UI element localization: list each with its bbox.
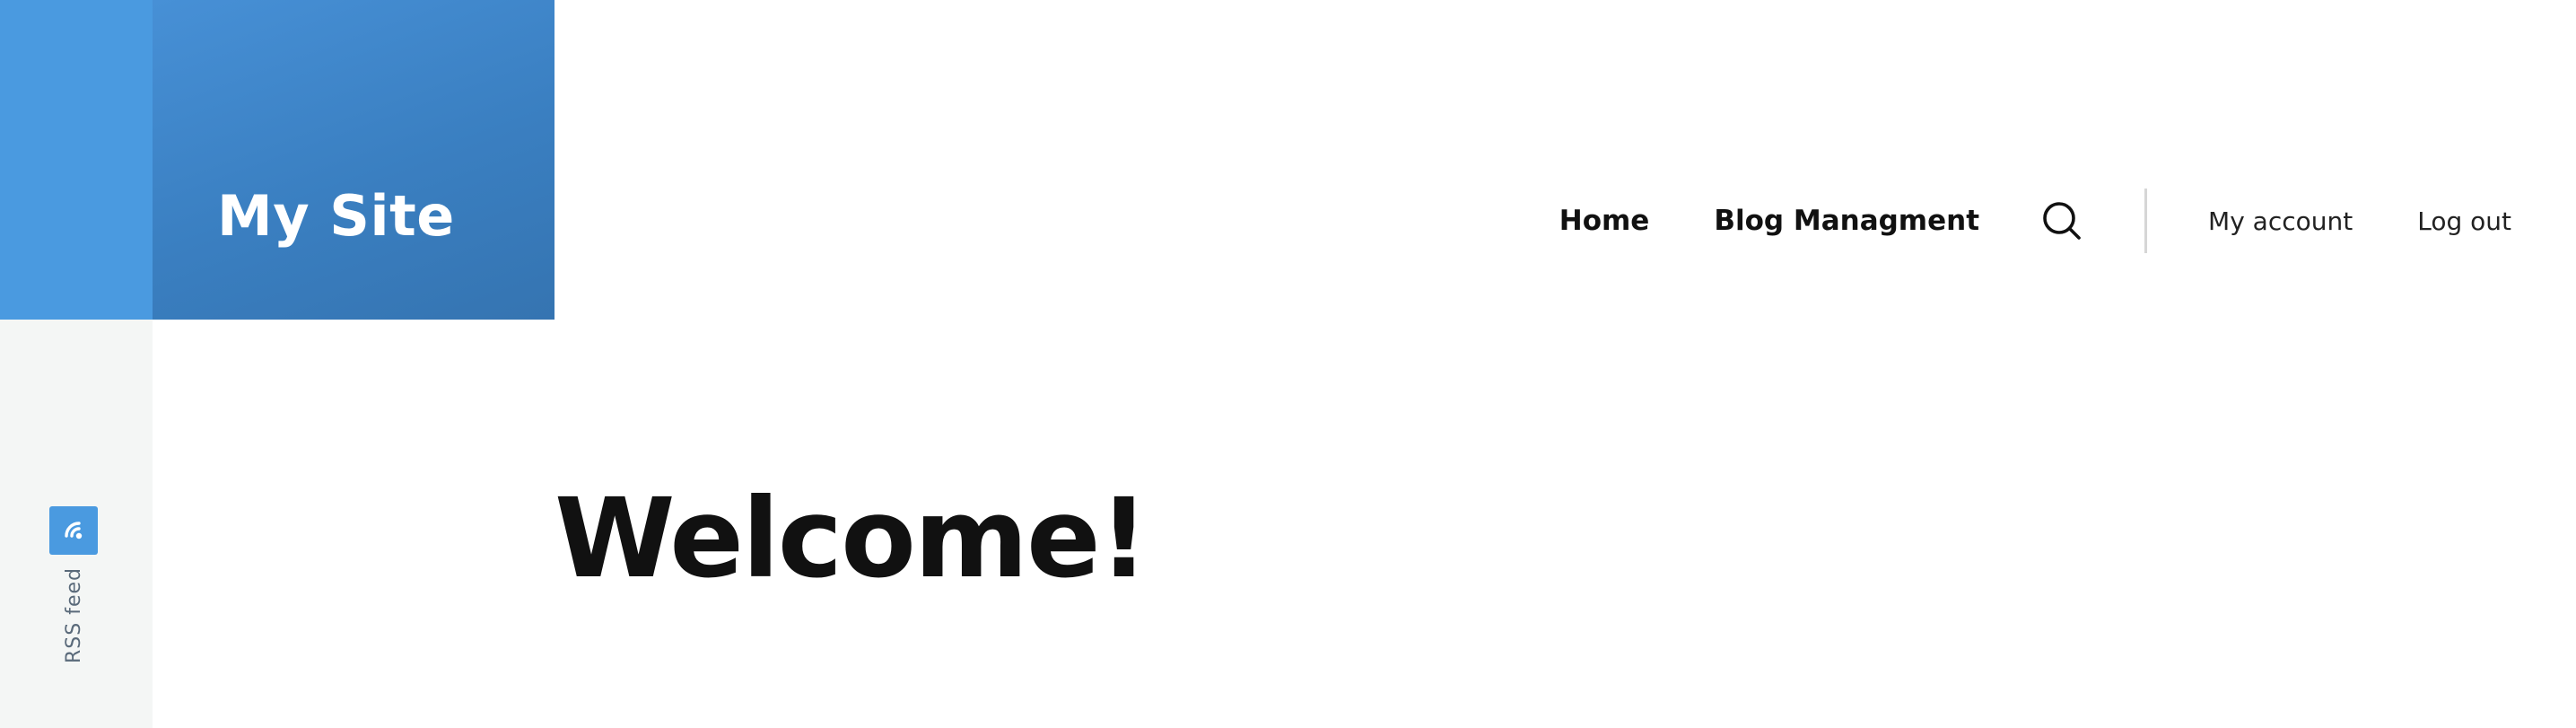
my-account-link[interactable]: My account [2208, 206, 2353, 236]
log-out-link[interactable]: Log out [2417, 206, 2511, 236]
nav-item-home[interactable]: Home [1559, 205, 1650, 237]
sidebar-accent-block [0, 0, 153, 320]
search-icon [2043, 202, 2081, 240]
rss-icon[interactable] [49, 506, 98, 555]
nav-divider [2144, 189, 2148, 253]
site-brand-block: My Site [153, 0, 554, 320]
rss-icon-glyph [65, 522, 83, 539]
search-button[interactable] [2039, 197, 2085, 244]
page-heading: Welcome! [554, 475, 1148, 602]
left-sidebar: RSS feed [0, 0, 153, 728]
main-navigation: Home Blog Managment My account Log out [1559, 185, 2511, 257]
nav-item-blog-managment[interactable]: Blog Managment [1714, 205, 1979, 237]
page: RSS feed My Site Home Blog Managment My … [0, 0, 2576, 728]
rss-feed-widget: RSS feed [48, 506, 99, 663]
site-title[interactable]: My Site [217, 185, 455, 248]
rss-feed-link[interactable]: RSS feed [63, 567, 85, 663]
